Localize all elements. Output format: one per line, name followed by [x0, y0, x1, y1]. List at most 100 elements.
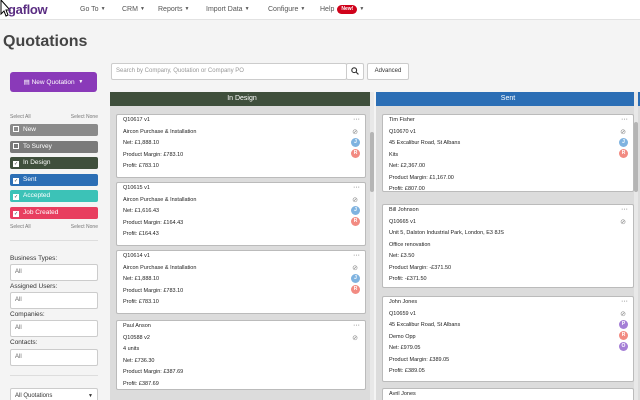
companies-field[interactable]: All: [10, 320, 98, 337]
app-logo[interactable]: gaflow: [6, 0, 48, 20]
card-line: Office renovation: [389, 241, 431, 248]
quotation-card[interactable]: Bill Johnson Q10665 v1 Unit 5, Dalston Ind…: [382, 204, 634, 288]
search-button[interactable]: [346, 63, 364, 80]
scroll-thumb[interactable]: [370, 132, 374, 192]
quotation-card[interactable]: Q10614 v1 Aircon Purchase & Installation N…: [116, 250, 366, 314]
checkbox-checked-icon[interactable]: ✓: [13, 178, 19, 184]
contacts-field[interactable]: All: [10, 349, 98, 366]
nav-help[interactable]: Help New! ▼: [320, 0, 364, 20]
user-avatar[interactable]: O: [619, 342, 628, 351]
top-nav: gaflow Go To ▼ CRM ▼ Reports ▼ Import Data ▼…: [0, 0, 640, 20]
card-line: Net: £1,616.43: [123, 208, 160, 214]
attachment-icon[interactable]: ⊘: [352, 195, 358, 207]
card-line: Profit: £783.10: [123, 299, 159, 305]
quotation-card[interactable]: Q10615 v1 Aircon Purchase & Installation N…: [116, 182, 366, 246]
checkbox-checked-icon[interactable]: ✓: [13, 194, 19, 200]
user-avatar[interactable]: J: [351, 138, 360, 147]
card-line: Net: £979.05: [389, 345, 421, 351]
card-line: Product Margin: £389.05: [389, 356, 450, 363]
card-line: Product Margin: -£371.50: [389, 264, 452, 271]
card-line: Aircon Purchase & Installation: [123, 264, 197, 271]
status-label: Accepted: [23, 192, 51, 199]
attachment-icon[interactable]: ⊘: [352, 127, 358, 139]
card-line: Product Margin: £164.43: [123, 219, 184, 226]
advanced-search-button[interactable]: Advanced: [367, 63, 409, 80]
business-types-label: Business Types:: [10, 255, 58, 262]
more-options-icon[interactable]: ···: [621, 297, 628, 306]
card-line: Profit: £387.69: [123, 380, 159, 387]
select-none-link[interactable]: Select None: [71, 114, 98, 120]
card-line: Tim Fisher: [389, 117, 415, 123]
status-filter-job-created[interactable]: ✓ Job Created: [10, 207, 98, 219]
status-filter-to-survey[interactable]: To Survey: [10, 141, 98, 153]
card-line: Kits: [389, 151, 399, 158]
user-avatar[interactable]: J: [351, 206, 360, 215]
attachment-icon[interactable]: ⊘: [352, 263, 358, 275]
status-filter-sent[interactable]: ✓ Sent: [10, 174, 98, 186]
checkbox-icon[interactable]: [13, 143, 19, 149]
checkbox-icon[interactable]: [13, 126, 19, 132]
quotation-card[interactable]: Tim Fisher Q10670 v1 45 Excalibur Road, St…: [382, 114, 634, 192]
contacts-label: Contacts:: [10, 339, 38, 346]
status-label: Sent: [23, 176, 37, 183]
user-avatar[interactable]: R: [619, 149, 628, 158]
card-line: Q10617 v1: [123, 117, 150, 123]
scrollbar[interactable]: [370, 92, 374, 400]
nav-crm[interactable]: CRM ▼: [122, 0, 145, 20]
card-line: Aircon Purchase & Installation: [123, 128, 197, 135]
user-avatar[interactable]: P: [619, 320, 628, 329]
more-options-icon[interactable]: ···: [353, 251, 360, 260]
select-none-link[interactable]: Select None: [71, 224, 98, 230]
card-line: Net: £3.50: [389, 253, 415, 259]
card-line: 45 Excalibur Road, St Albans: [389, 140, 461, 146]
new-quotation-button[interactable]: ▤ New Quotation ▼: [10, 72, 97, 92]
user-avatar[interactable]: R: [351, 149, 360, 158]
checkbox-checked-icon[interactable]: ✓: [13, 211, 19, 217]
caret-down-icon: ▼: [184, 6, 190, 12]
more-options-icon[interactable]: ···: [621, 205, 628, 214]
quotation-card[interactable]: John Jones Q10659 v1 45 Excalibur Road, St…: [382, 296, 634, 382]
search-input[interactable]: Search by Company, Quotation or Company …: [111, 63, 347, 80]
user-avatar[interactable]: R: [351, 285, 360, 294]
card-line: Profit: £807.00: [389, 186, 425, 192]
card-line: Avril Jones: [389, 391, 416, 397]
status-filter-in-design[interactable]: ✓ In Design: [10, 157, 98, 169]
business-types-field[interactable]: All: [10, 264, 98, 281]
quotation-card[interactable]: Q10617 v1 Aircon Purchase & Installation N…: [116, 114, 366, 178]
user-avatar[interactable]: R: [619, 331, 628, 340]
column-header: In Design: [110, 92, 374, 106]
attachment-icon[interactable]: ⊘: [352, 333, 358, 345]
card-line: Bill Johnson: [389, 207, 419, 213]
more-options-icon[interactable]: ···: [621, 115, 628, 124]
more-options-icon[interactable]: ···: [353, 115, 360, 124]
nav-import-data[interactable]: Import Data ▼: [206, 0, 250, 20]
caret-down-icon: ▼: [78, 79, 84, 85]
attachment-icon[interactable]: ⊘: [620, 127, 626, 139]
scrollbar[interactable]: [634, 92, 638, 400]
user-avatar[interactable]: J: [351, 274, 360, 283]
attachment-icon[interactable]: ⊘: [620, 309, 626, 321]
checkbox-checked-icon[interactable]: ✓: [13, 161, 19, 167]
nav-configure[interactable]: Configure ▼: [268, 0, 305, 20]
status-filter-accepted[interactable]: ✓ Accepted: [10, 190, 98, 202]
card-line: Q10665 v1: [389, 218, 416, 225]
attachment-icon[interactable]: ⊘: [620, 217, 626, 229]
more-options-icon[interactable]: ···: [353, 183, 360, 192]
card-line: Net: £1,888.10: [123, 140, 160, 146]
user-avatar[interactable]: J: [619, 138, 628, 147]
nav-reports[interactable]: Reports ▼: [158, 0, 189, 20]
quotation-card[interactable]: Paul Anson Q10588 v2 4 units Net: £736.30 Pr…: [116, 320, 366, 390]
select-all-link[interactable]: Select All: [10, 224, 31, 230]
nav-goto[interactable]: Go To ▼: [80, 0, 106, 20]
quotation-card[interactable]: Avril Jones: [382, 388, 634, 400]
select-all-link[interactable]: Select All: [10, 114, 31, 120]
column-in-design: In Design Q10617 v1 Aircon Purchase & Ins…: [110, 92, 374, 400]
card-line: Paul Anson: [123, 323, 151, 329]
more-options-icon[interactable]: ···: [353, 321, 360, 330]
scroll-thumb[interactable]: [634, 122, 638, 192]
divider: [10, 240, 98, 241]
assigned-users-field[interactable]: All: [10, 292, 98, 309]
user-avatar[interactable]: R: [351, 217, 360, 226]
status-filter-new[interactable]: New: [10, 124, 98, 136]
quotations-dropdown[interactable]: All Quotations ▼: [10, 388, 98, 400]
